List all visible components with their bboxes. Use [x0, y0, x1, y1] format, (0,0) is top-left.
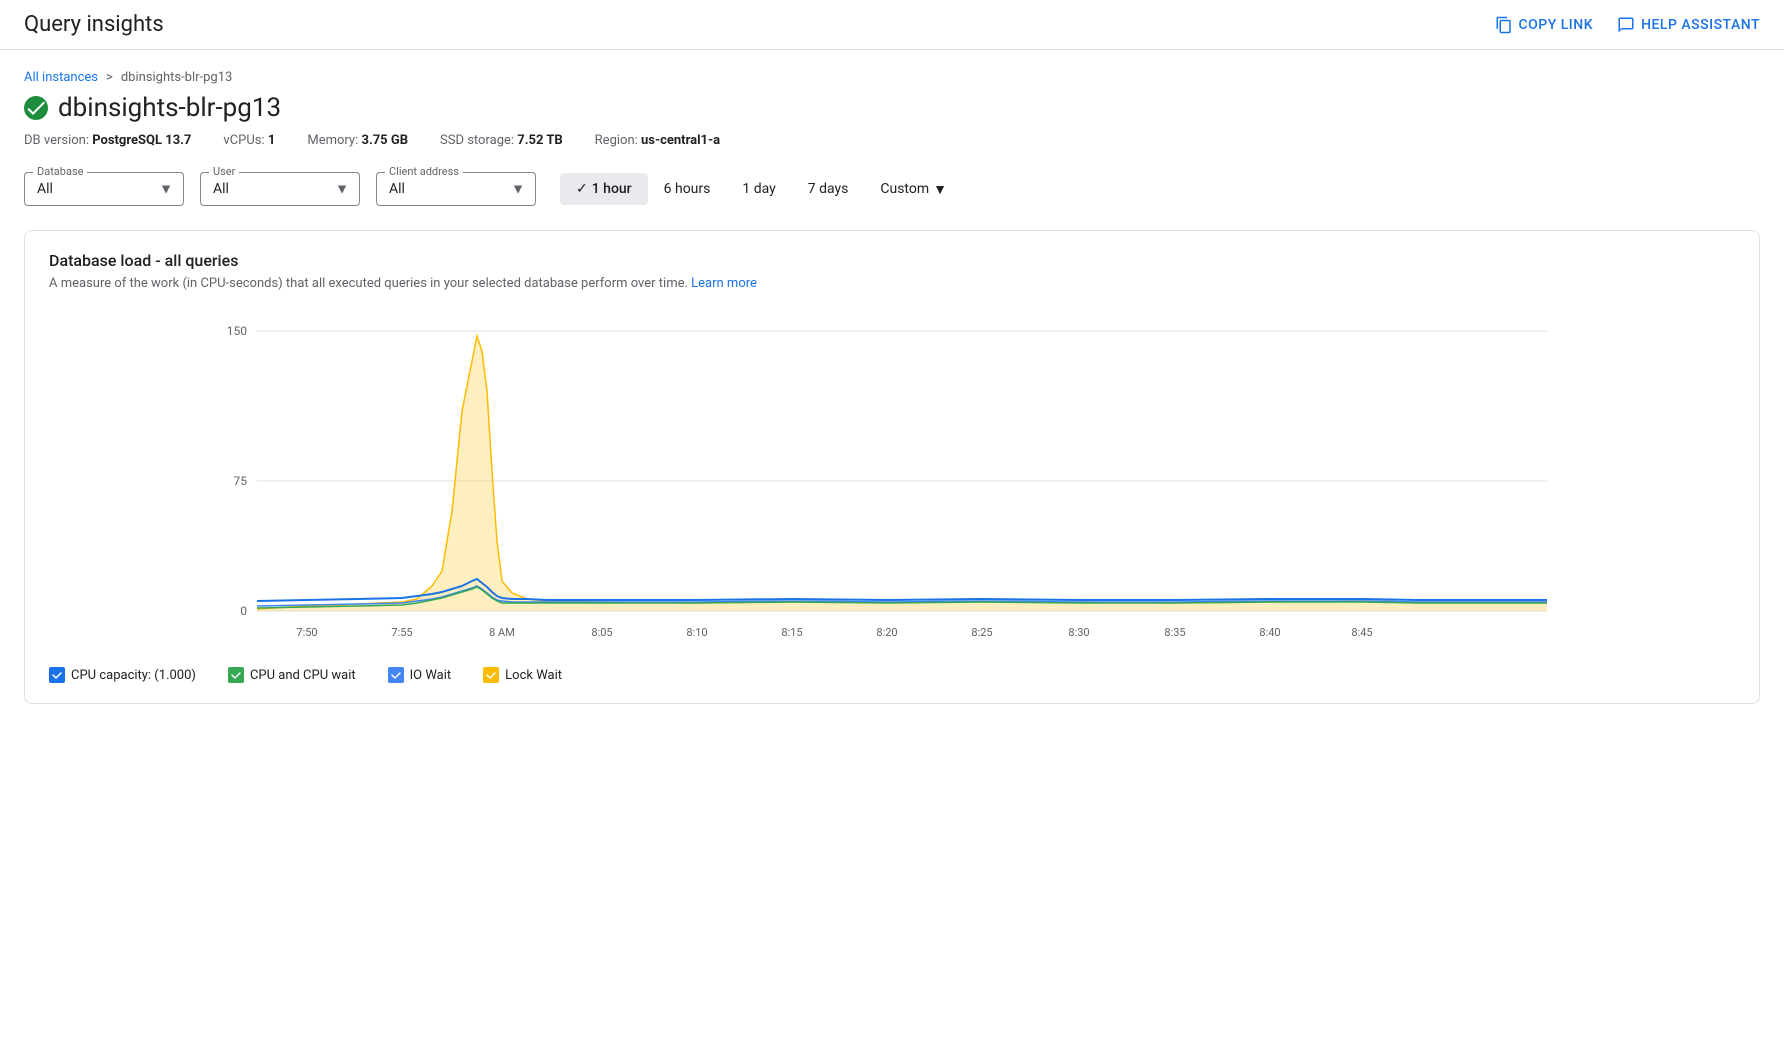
checkmark-cpu-capacity-icon: [51, 669, 63, 681]
legend-io-wait: IO Wait: [388, 667, 452, 683]
client-address-label: Client address: [385, 165, 463, 178]
svg-text:8:20: 8:20: [876, 626, 897, 639]
breadcrumb: All instances > dbinsights-blr-pg13: [24, 70, 1760, 85]
svg-text:8:15: 8:15: [781, 626, 802, 639]
copy-link-button[interactable]: COPY LINK: [1495, 16, 1594, 34]
svg-text:8:10: 8:10: [686, 626, 707, 639]
legend-lock-wait: Lock Wait: [483, 667, 562, 683]
filters-row: Database All ▼ User All ▼ Client address…: [24, 172, 1760, 206]
status-icon: [24, 96, 48, 120]
time-range-selector: ✓ 1 hour 6 hours 1 day 7 days Custom ▼: [560, 173, 963, 206]
checkmark-icon: ✓: [576, 181, 588, 197]
db-version: DB version: PostgreSQL 13.7: [24, 133, 191, 148]
database-select[interactable]: Database All ▼: [24, 172, 184, 206]
legend-cpu-capacity: CPU capacity: (1.000): [49, 667, 196, 683]
user-label: User: [209, 165, 239, 178]
svg-text:75: 75: [234, 474, 248, 488]
svg-text:8:05: 8:05: [591, 626, 612, 639]
legend-io-wait-checkbox[interactable]: [388, 667, 404, 683]
svg-text:8:35: 8:35: [1164, 626, 1185, 639]
copy-link-label: COPY LINK: [1519, 17, 1594, 33]
svg-text:8:25: 8:25: [971, 626, 992, 639]
database-value: All: [37, 181, 53, 197]
user-chevron-icon: ▼: [335, 181, 349, 198]
database-chevron-icon: ▼: [159, 181, 173, 198]
memory: Memory: 3.75 GB: [307, 133, 408, 148]
legend-cpu-wait-checkbox[interactable]: [228, 667, 244, 683]
client-address-value: All: [389, 181, 405, 197]
time-btn-1hour[interactable]: ✓ 1 hour: [560, 173, 648, 205]
chart-legend: CPU capacity: (1.000) CPU and CPU wait I…: [49, 667, 1735, 683]
legend-lock-wait-checkbox[interactable]: [483, 667, 499, 683]
legend-cpu-wait: CPU and CPU wait: [228, 667, 356, 683]
svg-text:8:30: 8:30: [1068, 626, 1089, 639]
user-select[interactable]: User All ▼: [200, 172, 360, 206]
copy-link-icon: [1495, 16, 1513, 34]
database-load-chart-card: Database load - all queries A measure of…: [24, 230, 1760, 704]
instance-meta: DB version: PostgreSQL 13.7 vCPUs: 1 Mem…: [24, 133, 1760, 148]
svg-text:8:40: 8:40: [1259, 626, 1280, 639]
time-btn-7days[interactable]: 7 days: [792, 173, 865, 205]
svg-text:0: 0: [240, 604, 247, 618]
chart-title: Database load - all queries: [49, 251, 1735, 270]
page-header: Query insights COPY LINK HELP ASSISTANT: [0, 0, 1784, 50]
time-btn-6hours[interactable]: 6 hours: [648, 173, 727, 205]
legend-cpu-capacity-checkbox[interactable]: [49, 667, 65, 683]
svg-text:7:55: 7:55: [391, 626, 412, 639]
help-assistant-label: HELP ASSISTANT: [1641, 17, 1760, 33]
checkmark-io-wait-icon: [390, 669, 402, 681]
breadcrumb-current: dbinsights-blr-pg13: [121, 70, 233, 85]
legend-io-wait-label: IO Wait: [410, 668, 452, 683]
legend-cpu-capacity-label: CPU capacity: (1.000): [71, 668, 196, 683]
chart-description: A measure of the work (in CPU-seconds) t…: [49, 276, 1735, 291]
user-value: All: [213, 181, 229, 197]
client-address-chevron-icon: ▼: [511, 181, 525, 198]
database-label: Database: [33, 165, 87, 178]
time-btn-custom[interactable]: Custom ▼: [864, 173, 963, 206]
svg-text:7:50: 7:50: [296, 626, 317, 639]
instance-header: dbinsights-blr-pg13: [24, 93, 1760, 123]
client-address-select[interactable]: Client address All ▼: [376, 172, 536, 206]
region: Region: us-central1-a: [595, 133, 720, 148]
page-title: Query insights: [24, 12, 164, 37]
storage: SSD storage: 7.52 TB: [440, 133, 563, 148]
instance-title: dbinsights-blr-pg13: [58, 93, 281, 123]
learn-more-link[interactable]: Learn more: [691, 276, 757, 291]
chart-area: 150 75 0 7:50 7:55 8 AM 8:05 8:10 8:15 8…: [49, 311, 1735, 655]
chart-svg: 150 75 0 7:50 7:55 8 AM 8:05 8:10 8:15 8…: [49, 311, 1735, 651]
help-assistant-icon: [1617, 16, 1635, 34]
legend-lock-wait-label: Lock Wait: [505, 668, 562, 683]
custom-chevron-icon: ▼: [933, 181, 947, 198]
main-content: All instances > dbinsights-blr-pg13 dbin…: [0, 50, 1784, 748]
checkmark-cpu-wait-icon: [230, 669, 242, 681]
header-actions: COPY LINK HELP ASSISTANT: [1495, 16, 1761, 34]
breadcrumb-parent[interactable]: All instances: [24, 70, 98, 85]
vcpu: vCPUs: 1: [223, 133, 275, 148]
svg-text:8:45: 8:45: [1351, 626, 1372, 639]
svg-text:150: 150: [227, 324, 247, 338]
breadcrumb-separator: >: [106, 70, 113, 85]
svg-text:8 AM: 8 AM: [489, 626, 515, 639]
checkmark-lock-wait-icon: [485, 669, 497, 681]
help-assistant-button[interactable]: HELP ASSISTANT: [1617, 16, 1760, 34]
legend-cpu-wait-label: CPU and CPU wait: [250, 668, 356, 683]
time-btn-1day[interactable]: 1 day: [726, 173, 791, 205]
